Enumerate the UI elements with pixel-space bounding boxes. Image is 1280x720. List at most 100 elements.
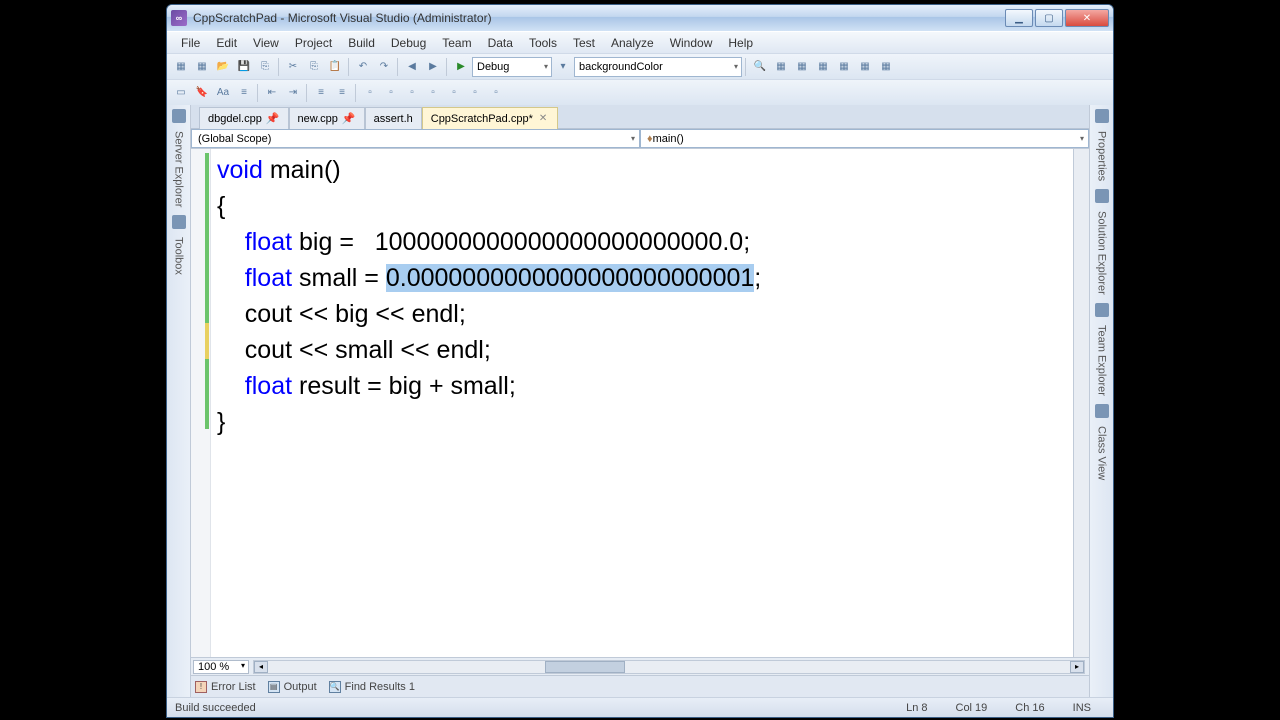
team-explorer-tab[interactable]: Team Explorer (1094, 319, 1110, 402)
member-list-icon[interactable]: ≡ (234, 83, 254, 103)
pin-icon[interactable]: 📌 (266, 112, 280, 125)
error-list-tab[interactable]: !Error List (195, 681, 256, 693)
maximize-button[interactable]: ▢ (1035, 9, 1063, 27)
horizontal-scrollbar[interactable]: ◂ ▸ (253, 660, 1085, 674)
vs-window: ∞ CppScratchPad - Microsoft Visual Studi… (166, 4, 1114, 718)
bookmark-icon[interactable]: 🔖 (192, 83, 212, 103)
tool-icon-5[interactable]: ▦ (855, 57, 875, 77)
scroll-left-icon[interactable]: ◂ (254, 661, 268, 673)
new-project-icon[interactable]: ▦ (171, 57, 191, 77)
status-ch: Ch 16 (1001, 702, 1058, 714)
menu-team[interactable]: Team (434, 33, 479, 53)
menu-project[interactable]: Project (287, 33, 340, 53)
tool-icon[interactable]: ▦ (771, 57, 791, 77)
paste-icon[interactable]: 📋 (325, 57, 345, 77)
output-tab[interactable]: ▤Output (268, 681, 317, 693)
menu-file[interactable]: File (173, 33, 208, 53)
tab-dbgdel[interactable]: dbgdel.cpp📌 (199, 107, 289, 129)
tool-icon-2[interactable]: ▦ (792, 57, 812, 77)
display-icon[interactable]: Aa (213, 83, 233, 103)
nav-fwd-icon[interactable]: ▶ (423, 57, 443, 77)
t2-icon-7[interactable]: ▫ (486, 83, 506, 103)
uncomment-icon[interactable]: ≡ (332, 83, 352, 103)
bottom-tool-tabs: !Error List ▤Output 🔍Find Results 1 (191, 675, 1089, 697)
redo-icon[interactable]: ↷ (374, 57, 394, 77)
save-all-icon[interactable]: ⎘ (255, 57, 275, 77)
selection-icon[interactable]: ▭ (171, 83, 191, 103)
menu-help[interactable]: Help (720, 33, 761, 53)
comment-icon[interactable]: ≡ (311, 83, 331, 103)
open-icon[interactable]: 📂 (213, 57, 233, 77)
save-icon[interactable]: 💾 (234, 57, 254, 77)
decrease-indent-icon[interactable]: ⇤ (262, 83, 282, 103)
tool-icon-4[interactable]: ▦ (834, 57, 854, 77)
increase-indent-icon[interactable]: ⇥ (283, 83, 303, 103)
document-tabs: dbgdel.cpp📌 new.cpp📌 assert.h CppScratch… (191, 105, 1089, 129)
t2-icon-6[interactable]: ▫ (465, 83, 485, 103)
menu-data[interactable]: Data (480, 33, 521, 53)
pin-icon[interactable]: 📌 (342, 112, 356, 125)
add-item-icon[interactable]: ▦ (192, 57, 212, 77)
config-dropdown[interactable]: Debug (472, 57, 552, 77)
close-button[interactable]: ✕ (1065, 9, 1109, 27)
code-editor[interactable]: ⊟void main() { float big = 1000000000000… (211, 149, 1073, 657)
menu-test[interactable]: Test (565, 33, 603, 53)
menu-window[interactable]: Window (662, 33, 721, 53)
menu-edit[interactable]: Edit (208, 33, 245, 53)
status-message: Build succeeded (175, 702, 892, 714)
find-results-tab[interactable]: 🔍Find Results 1 (329, 681, 415, 693)
server-explorer-icon[interactable] (172, 109, 186, 123)
t2-icon-4[interactable]: ▫ (423, 83, 443, 103)
solution-explorer-tab[interactable]: Solution Explorer (1094, 205, 1110, 301)
app-icon: ∞ (171, 10, 187, 26)
minimize-button[interactable]: ▁ (1005, 9, 1033, 27)
tab-assert[interactable]: assert.h (365, 107, 422, 129)
menu-debug[interactable]: Debug (383, 33, 434, 53)
class-view-tab[interactable]: Class View (1094, 420, 1110, 486)
properties-tab[interactable]: Properties (1094, 125, 1110, 187)
menu-view[interactable]: View (245, 33, 287, 53)
status-line: Ln 8 (892, 702, 941, 714)
t2-icon-5[interactable]: ▫ (444, 83, 464, 103)
scope-dropdown-left[interactable]: (Global Scope) (191, 129, 640, 148)
scope-dropdown-right[interactable]: ♦ main() (640, 129, 1089, 148)
undo-icon[interactable]: ↶ (353, 57, 373, 77)
find-results-icon: 🔍 (329, 681, 341, 693)
tab-cppscratchpad[interactable]: CppScratchPad.cpp*✕ (422, 107, 559, 129)
t2-icon-3[interactable]: ▫ (402, 83, 422, 103)
menu-tools[interactable]: Tools (521, 33, 565, 53)
start-debug-icon[interactable]: ▶ (451, 57, 471, 77)
output-icon: ▤ (268, 681, 280, 693)
titlebar[interactable]: ∞ CppScratchPad - Microsoft Visual Studi… (167, 5, 1113, 31)
class-view-icon[interactable] (1095, 404, 1109, 418)
toolbox-icon[interactable] (172, 215, 186, 229)
vertical-scrollbar[interactable] (1073, 149, 1089, 657)
tool-icon-3[interactable]: ▦ (813, 57, 833, 77)
nav-back-icon[interactable]: ◀ (402, 57, 422, 77)
tab-new[interactable]: new.cpp📌 (289, 107, 365, 129)
t2-icon-1[interactable]: ▫ (360, 83, 380, 103)
menu-build[interactable]: Build (340, 33, 383, 53)
menu-analyze[interactable]: Analyze (603, 33, 662, 53)
status-insert-mode: INS (1059, 702, 1105, 714)
text-editor-toolbar: ▭ 🔖 Aa ≡ ⇤ ⇥ ≡ ≡ ▫ ▫ ▫ ▫ ▫ ▫ ▫ (167, 79, 1113, 105)
copy-icon[interactable]: ⎘ (304, 57, 324, 77)
solution-explorer-icon[interactable] (1095, 189, 1109, 203)
statusbar: Build succeeded Ln 8 Col 19 Ch 16 INS (167, 697, 1113, 717)
right-side-panels: Properties Solution Explorer Team Explor… (1089, 105, 1113, 697)
server-explorer-tab[interactable]: Server Explorer (171, 125, 187, 213)
find-in-files-icon[interactable]: 🔍 (750, 57, 770, 77)
scroll-thumb[interactable] (545, 661, 625, 673)
scroll-right-icon[interactable]: ▸ (1070, 661, 1084, 673)
properties-icon[interactable] (1095, 109, 1109, 123)
platform-icon[interactable]: ▾ (553, 57, 573, 77)
cut-icon[interactable]: ✂ (283, 57, 303, 77)
t2-icon-2[interactable]: ▫ (381, 83, 401, 103)
toolbox-tab[interactable]: Toolbox (171, 231, 187, 281)
close-tab-icon[interactable]: ✕ (537, 113, 549, 124)
tool-icon-6[interactable]: ▦ (876, 57, 896, 77)
selected-text: 0.0000000000000000000000001 (386, 264, 754, 292)
team-explorer-icon[interactable] (1095, 303, 1109, 317)
zoom-dropdown[interactable]: 100 % (193, 660, 249, 674)
find-dropdown[interactable]: backgroundColor (574, 57, 742, 77)
